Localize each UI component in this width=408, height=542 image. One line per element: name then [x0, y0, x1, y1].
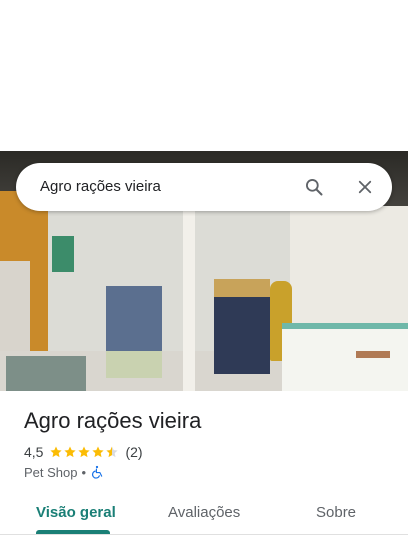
place-tabs: Visão geral Avaliações Sobre [0, 492, 408, 538]
map-area-blank [0, 0, 408, 151]
separator-dot: • [81, 464, 87, 480]
search-bar[interactable]: Agro rações vieira [16, 163, 392, 211]
wheelchair-icon [92, 465, 103, 479]
photo-product-bags [106, 351, 162, 378]
photo-buckets [52, 236, 74, 272]
place-title: Agro rações vieira [24, 408, 202, 433]
tab-about[interactable]: Sobre [316, 504, 356, 521]
close-icon[interactable] [356, 178, 374, 196]
photo-stool [356, 351, 390, 391]
category-label: Pet Shop [24, 464, 78, 480]
category-row: Pet Shop • [24, 464, 104, 480]
star-icon [92, 446, 105, 458]
star-icon [64, 446, 77, 458]
review-count[interactable]: (2) [125, 444, 142, 460]
tab-overview[interactable]: Visão geral [36, 504, 116, 521]
photo-door-frame [183, 211, 195, 391]
tabs-divider [0, 534, 408, 535]
star-icon [78, 446, 91, 458]
photo-bins [6, 356, 86, 391]
search-input[interactable]: Agro rações vieira [40, 178, 161, 195]
rating-value: 4,5 [24, 444, 44, 460]
half-star-icon [106, 446, 119, 458]
search-icon[interactable] [304, 177, 324, 197]
rating-stars [49, 445, 119, 459]
rating-row[interactable]: 4,5 (2) [24, 444, 143, 460]
tab-reviews[interactable]: Avaliações [168, 504, 240, 521]
star-icon [50, 446, 63, 458]
photo-product-top [214, 279, 270, 297]
